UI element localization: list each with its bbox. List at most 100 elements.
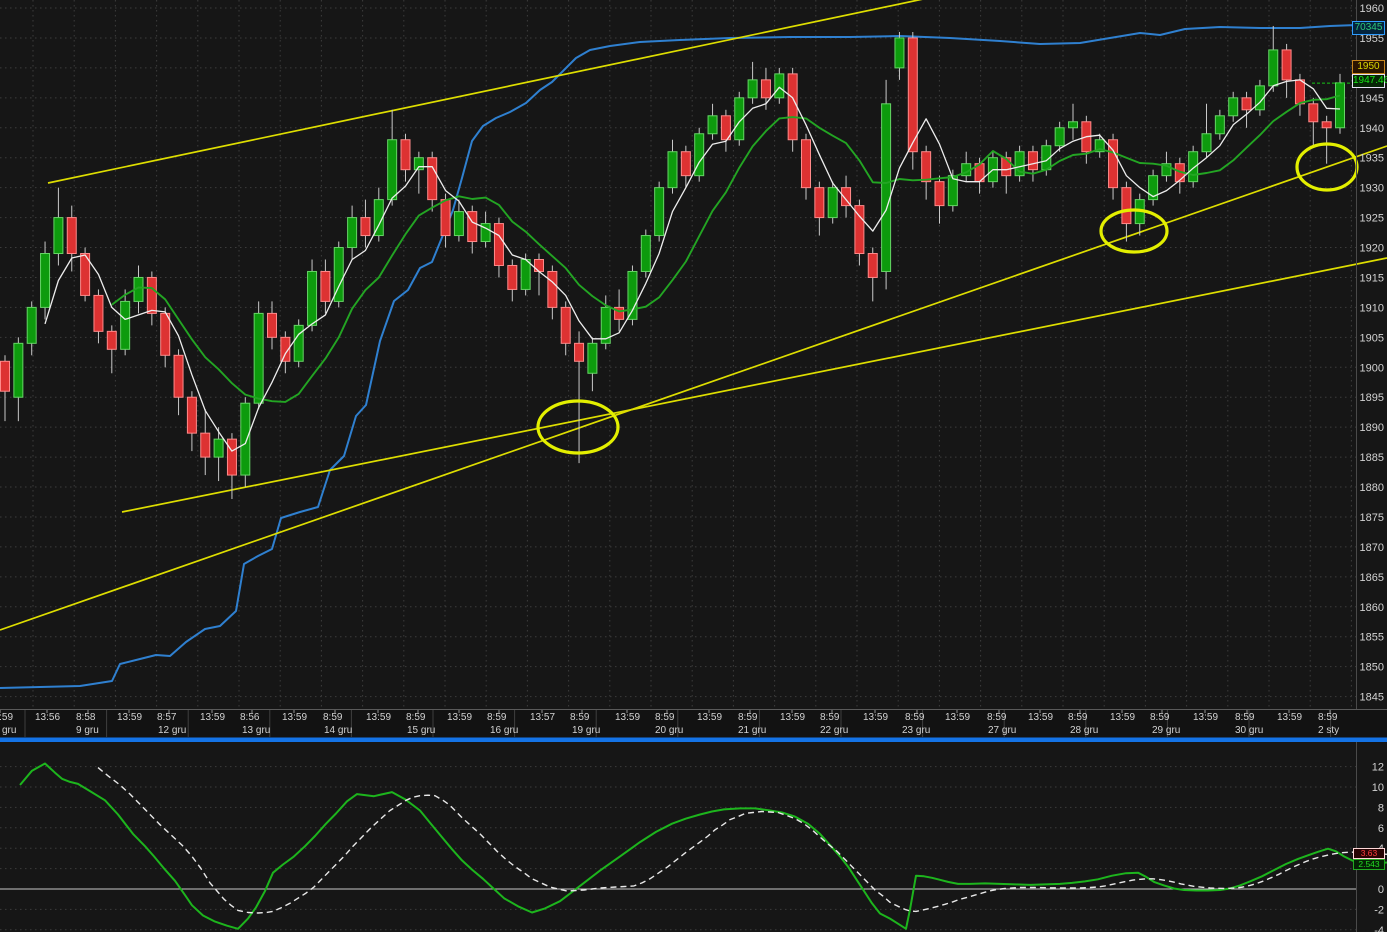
grid: [0, 0, 1356, 931]
price-axis-label: 1905: [1360, 332, 1384, 344]
date-label: 23 gru: [902, 725, 930, 736]
price-axis-label: 1855: [1360, 632, 1384, 644]
date-label: 21 gru: [738, 725, 766, 736]
date-label: 27 gru: [988, 725, 1016, 736]
time-label: 13:59: [282, 712, 307, 723]
macd-axis-label: 0: [1378, 884, 1384, 896]
candle-body: [907, 37, 918, 153]
candle-body: [173, 354, 184, 398]
time-label: 8:58: [76, 712, 96, 723]
macd-panel: [19, 762, 1387, 930]
time-label: 13:59: [1110, 712, 1135, 723]
price-axis-label: 1945: [1360, 93, 1384, 105]
time-axis[interactable]: 13:59 13:56 8:58 13:59 8:57 13:59 8:56 13:59 8:5…: [0, 709, 1387, 742]
price-axis-label: 1860: [1360, 602, 1384, 614]
candle-body: [1188, 151, 1199, 183]
price-axis-label: 1895: [1360, 392, 1384, 404]
time-label: 13:59: [1193, 712, 1218, 723]
macd-line-value-label: 2.543: [1353, 859, 1385, 870]
candle-body: [1335, 82, 1345, 129]
date-label: 15 gru: [407, 725, 435, 736]
price-axis-label: 1845: [1360, 692, 1384, 704]
candle-body: [867, 253, 878, 278]
date-label: 19 gru: [572, 725, 600, 736]
candle-body: [934, 181, 945, 207]
date-label: 22 gru: [820, 725, 848, 736]
date-label: 30 gru: [1235, 725, 1263, 736]
date-label: 16 gru: [490, 725, 518, 736]
candle-body: [200, 432, 211, 458]
candle-body: [360, 217, 371, 237]
chart-canvas[interactable]: 1960195519501945194019351930192519201915…: [0, 0, 1387, 932]
candle-body: [440, 199, 451, 237]
candle-body: [774, 73, 785, 99]
time-label: 8:59: [820, 712, 840, 723]
price-axis-label: 1960: [1360, 3, 1384, 15]
date-label: 28 gru: [1070, 725, 1098, 736]
last-price-label: 1947.46: [1352, 74, 1387, 88]
macd-axis-label: -2: [1374, 904, 1384, 916]
yellow-trendline: [0, 145, 1387, 631]
candle-body: [534, 258, 544, 272]
candle-body: [146, 276, 157, 314]
candle-body: [520, 258, 531, 290]
trendlines: [0, 0, 1387, 631]
macd-signal-value-label: 3.63: [1353, 848, 1385, 859]
candle-body: [253, 312, 264, 404]
candle-body: [493, 223, 504, 266]
time-label: 13:56: [35, 712, 60, 723]
candle-body: [453, 211, 464, 237]
candle-body: [320, 270, 331, 302]
candle-body: [267, 312, 277, 338]
time-label: 8:59: [987, 712, 1007, 723]
time-label: 8:59: [487, 712, 507, 723]
candle-body: [1321, 121, 1332, 129]
highlight-ellipse: [1099, 208, 1169, 254]
candle-body: [240, 402, 251, 476]
candle-body: [26, 306, 37, 344]
candle-body: [0, 360, 10, 392]
date-label: 2 sty: [1318, 725, 1339, 736]
date-label: 29 gru: [1152, 725, 1180, 736]
candle-body: [213, 438, 224, 458]
candle-body: [427, 157, 438, 201]
time-label: 8:59: [570, 712, 590, 723]
time-label: 8:59: [1150, 712, 1170, 723]
date-label: gru: [2, 725, 16, 736]
price-axis-label: 1875: [1360, 512, 1384, 524]
candle-body: [827, 187, 838, 219]
overlay-value-label: 70345: [1352, 21, 1385, 35]
candle-body: [787, 73, 798, 141]
price-axis-label: 1925: [1360, 213, 1384, 225]
candle-body: [507, 264, 518, 290]
candles: [0, 25, 1345, 500]
candle-body: [587, 342, 598, 374]
candle-body: [387, 139, 398, 201]
candle-body: [1201, 133, 1212, 153]
candle-body: [106, 330, 117, 350]
candle-body: [400, 139, 411, 171]
candle-body: [947, 175, 958, 207]
date-label: 14 gru: [324, 725, 352, 736]
time-label: 13:59: [863, 712, 888, 723]
candle-body: [347, 217, 358, 249]
time-label: 8:59: [406, 712, 426, 723]
candle-body: [1068, 121, 1078, 129]
candle-body: [160, 312, 171, 356]
time-label: 8:59: [655, 712, 675, 723]
price-axis[interactable]: 1960195519501945194019351930192519201915…: [1356, 0, 1385, 932]
candle-body: [1268, 49, 1279, 87]
time-label: 13:59: [780, 712, 805, 723]
candle-body: [120, 300, 131, 350]
candle-body: [53, 217, 64, 255]
time-label: 13:59: [697, 712, 722, 723]
price-axis-label: 1880: [1360, 482, 1384, 494]
time-label: 8:59: [1318, 712, 1338, 723]
candle-body: [186, 396, 197, 434]
time-label: 8:59: [323, 712, 343, 723]
price-axis-label: 1890: [1360, 422, 1384, 434]
candle-body: [1121, 187, 1132, 225]
date-label: 12 gru: [158, 725, 186, 736]
time-label: 8:59: [905, 712, 925, 723]
candle-body: [226, 438, 237, 476]
